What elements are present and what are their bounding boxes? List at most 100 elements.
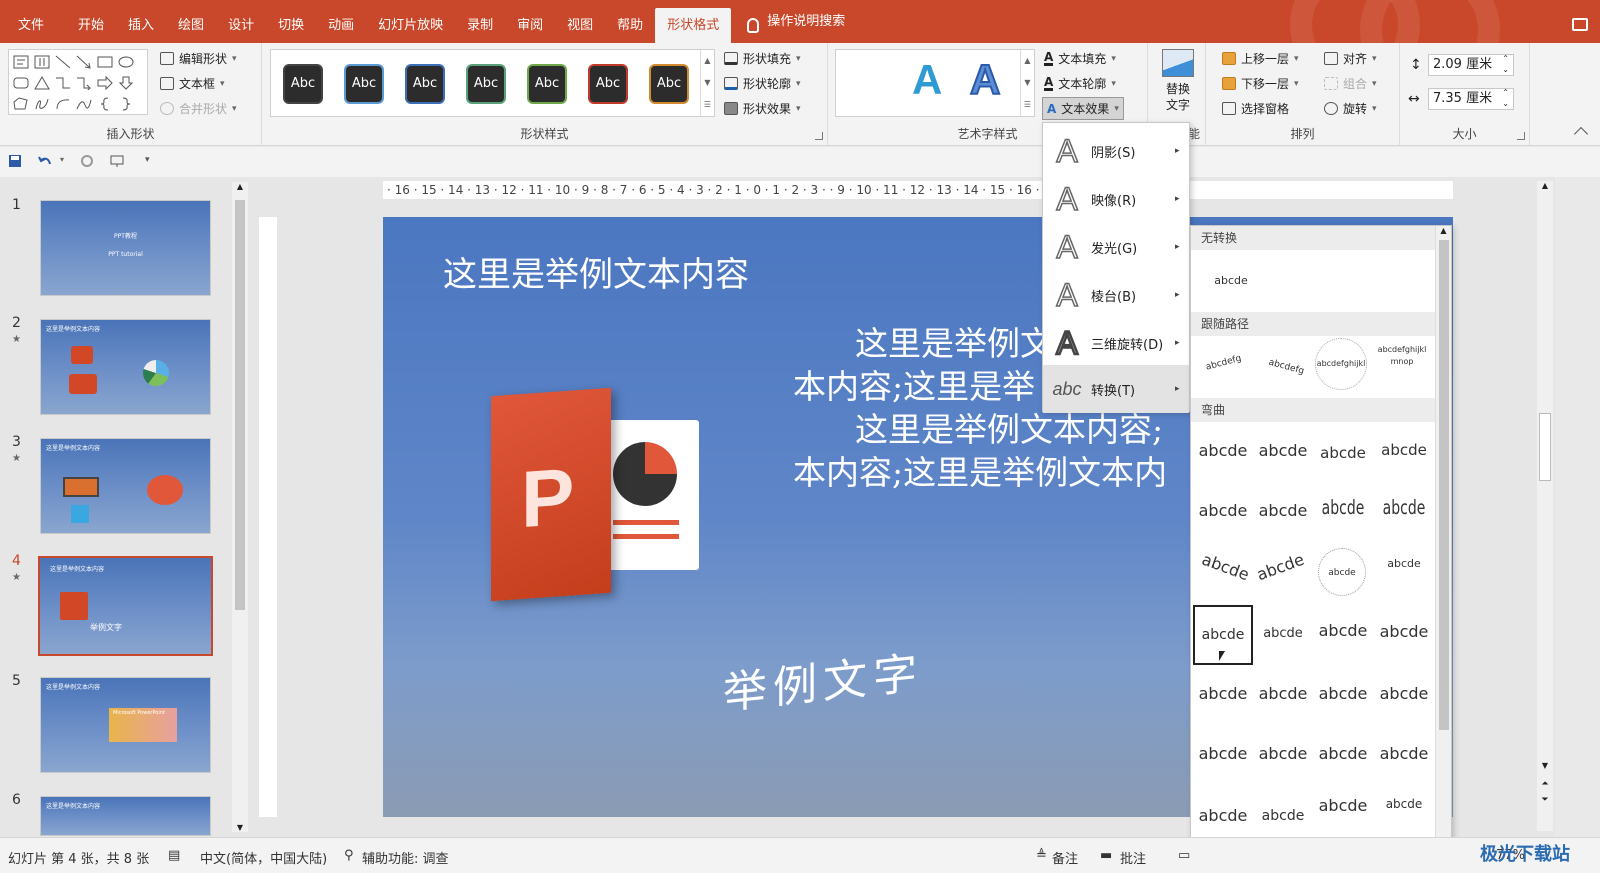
warp-option[interactable]: abcde xyxy=(1253,666,1313,726)
tell-me-search[interactable]: 操作说明搜索 xyxy=(747,0,845,43)
menu-item-reflection[interactable]: A 映像(R) ▸ xyxy=(1043,175,1189,223)
scroll-thumb[interactable] xyxy=(1539,413,1551,481)
warp-option[interactable]: abcde xyxy=(1313,726,1373,786)
notes-button[interactable]: 备注 xyxy=(1052,848,1078,867)
shape-style-gallery[interactable]: Abc Abc Abc Abc Abc Abc Abc ▲ ▼ ☰ xyxy=(270,49,715,117)
warp-option[interactable]: abcde xyxy=(1374,548,1434,608)
arrow-line-shape-icon[interactable] xyxy=(76,55,92,69)
tab-design[interactable]: 设计 xyxy=(216,0,266,43)
slide-thumbnail-5[interactable]: 这里是举例文本内容 Microsoft PowerPoint xyxy=(40,677,211,773)
gallery-scroll[interactable]: ▲ ▼ ☰ xyxy=(700,50,714,116)
vertical-textbox-shape-icon[interactable] xyxy=(34,55,50,69)
powerpoint-logo[interactable]: P xyxy=(491,387,703,602)
arc-shape-icon[interactable] xyxy=(55,97,71,111)
text-effects-button[interactable]: A 文本效果 ▾ xyxy=(1042,97,1124,120)
shape-gallery[interactable] xyxy=(8,49,148,115)
shape-effects-button[interactable]: 形状效果 ▾ xyxy=(724,100,801,117)
transform-none[interactable]: abcde xyxy=(1201,266,1261,296)
menu-item-shadow[interactable]: A 阴影(S) ▸ xyxy=(1043,127,1189,175)
presentation-icon[interactable] xyxy=(110,154,124,168)
elbow-connector-shape-icon[interactable] xyxy=(55,76,71,90)
rectangle-shape-icon[interactable] xyxy=(97,55,113,69)
language-indicator[interactable]: 中文(简体，中国大陆) xyxy=(200,848,327,867)
dialog-launcher-icon[interactable] xyxy=(1517,132,1525,140)
curve-shape-icon[interactable] xyxy=(76,97,92,111)
warp-option[interactable]: abcde xyxy=(1193,488,1253,548)
warp-option[interactable]: abcde xyxy=(1253,488,1313,548)
rounded-rectangle-shape-icon[interactable] xyxy=(13,76,29,90)
customize-toolbar-icon[interactable]: ▾ xyxy=(145,155,150,165)
warp-option[interactable]: abcde xyxy=(1318,548,1366,596)
warp-option[interactable]: abcde xyxy=(1374,726,1434,786)
warp-option[interactable]: abcde xyxy=(1193,666,1253,726)
transform-gallery-scrollbar[interactable]: ▲ xyxy=(1435,226,1451,854)
shape-style-tile[interactable]: Abc xyxy=(588,64,628,104)
left-brace-shape-icon[interactable] xyxy=(97,97,113,111)
gallery-scroll[interactable]: ▲ ▼ ☰ xyxy=(1020,50,1034,116)
width-input[interactable]: 7.35 厘米 ⌃ ⌄ xyxy=(1428,88,1514,110)
send-backward-button[interactable]: 下移一层 ▾ xyxy=(1222,75,1299,92)
tab-shape-format[interactable]: 形状格式 xyxy=(655,8,732,43)
scroll-thumb[interactable] xyxy=(1439,240,1449,730)
slide-thumbnail-6[interactable]: 这里是举例文本内容 xyxy=(40,796,211,836)
menu-item-glow[interactable]: A 发光(G) ▸ xyxy=(1043,223,1189,271)
edit-shape-button[interactable]: 编辑形状 ▾ xyxy=(160,50,237,67)
shape-style-tile[interactable]: Abc xyxy=(527,64,567,104)
group-button[interactable]: 组合 ▾ xyxy=(1324,75,1377,92)
tab-file[interactable]: 文件 xyxy=(0,0,66,43)
slide-thumbnail-1[interactable]: PPT教程 PPT tutorial xyxy=(40,200,211,296)
menu-item-3d-rotation[interactable]: A 三维旋转(D) ▸ xyxy=(1043,319,1189,367)
wordart-style-blue[interactable]: A xyxy=(912,56,942,104)
text-outline-button[interactable]: A 文本轮廓 ▾ xyxy=(1044,75,1116,92)
merge-shapes-button[interactable]: 合并形状 ▾ xyxy=(160,100,237,117)
collapse-ribbon-icon[interactable] xyxy=(1573,126,1589,142)
undo-icon[interactable] xyxy=(38,154,52,168)
warp-option[interactable]: abcde xyxy=(1253,428,1313,488)
menu-item-transform[interactable]: abc 转换(T) ▸ xyxy=(1043,365,1189,413)
save-icon[interactable] xyxy=(8,154,22,168)
scroll-up-icon[interactable]: ▲ xyxy=(232,182,248,191)
accessibility-status[interactable]: 辅助功能: 调查 xyxy=(362,848,449,867)
spinner-icon[interactable]: ⌃ ⌄ xyxy=(1502,87,1509,109)
transform-circle[interactable]: abcdefghijkl xyxy=(1315,338,1367,390)
comments-button[interactable]: 批注 xyxy=(1120,848,1146,867)
line-shape-icon[interactable] xyxy=(55,55,71,69)
tab-view[interactable]: 视图 xyxy=(555,0,605,43)
undo-dropdown-icon[interactable]: ▾ xyxy=(60,155,64,164)
slide-title[interactable]: 这里是举例文本内容 xyxy=(443,247,749,296)
scroll-down-icon[interactable]: ▼ xyxy=(232,823,248,832)
freeform-shape-icon[interactable] xyxy=(13,97,29,111)
prev-slide-icon[interactable]: ⏶ xyxy=(1537,779,1553,789)
redo-icon[interactable] xyxy=(80,154,94,168)
comment-icon[interactable] xyxy=(1572,18,1588,31)
tab-animations[interactable]: 动画 xyxy=(316,0,366,43)
shape-fill-button[interactable]: 形状填充 ▾ xyxy=(724,50,801,67)
warp-option[interactable]: abcde xyxy=(1374,666,1434,726)
slide-thumbnail-2[interactable]: 这里是举例文本内容 xyxy=(40,319,211,415)
slide-wordart[interactable]: 举例文字 xyxy=(723,636,923,721)
scroll-down-icon[interactable]: ▼ xyxy=(1537,761,1553,770)
text-fill-button[interactable]: A 文本填充 ▾ xyxy=(1044,50,1116,67)
normal-view-icon[interactable]: ▭ xyxy=(1178,848,1190,863)
shape-style-tile[interactable]: Abc xyxy=(649,64,689,104)
warp-option[interactable]: abcde xyxy=(1253,604,1313,664)
menu-item-bevel[interactable]: A 棱台(B) ▸ xyxy=(1043,271,1189,319)
scribble-shape-icon[interactable] xyxy=(34,97,50,111)
tab-record[interactable]: 录制 xyxy=(455,0,505,43)
slide-thumbnail-3[interactable]: 这里是举例文本内容 xyxy=(40,438,211,534)
bring-forward-button[interactable]: 上移一层 ▾ xyxy=(1222,50,1299,67)
warp-option[interactable]: abcde xyxy=(1313,604,1373,664)
transform-button[interactable]: abcdefghijklmnop xyxy=(1375,338,1429,398)
alt-text-button[interactable]: 替换 文字 xyxy=(1158,49,1198,113)
right-brace-shape-icon[interactable] xyxy=(118,97,134,111)
elbow-arrow-shape-icon[interactable] xyxy=(76,76,92,90)
tab-insert[interactable]: 插入 xyxy=(116,0,166,43)
tab-review[interactable]: 审阅 xyxy=(505,0,555,43)
shape-outline-button[interactable]: 形状轮廓 ▾ xyxy=(724,75,801,92)
scroll-up-icon[interactable]: ▲ xyxy=(1537,181,1553,190)
tab-slideshow[interactable]: 幻灯片放映 xyxy=(366,0,455,43)
thumbnail-scrollbar[interactable]: ▲ ▼ xyxy=(232,182,248,832)
warp-option[interactable]: abcde xyxy=(1374,604,1434,664)
editor-scrollbar[interactable]: ▲ ▼ ⏶ ⏷ xyxy=(1537,181,1553,831)
down-arrow-shape-icon[interactable] xyxy=(118,76,134,90)
